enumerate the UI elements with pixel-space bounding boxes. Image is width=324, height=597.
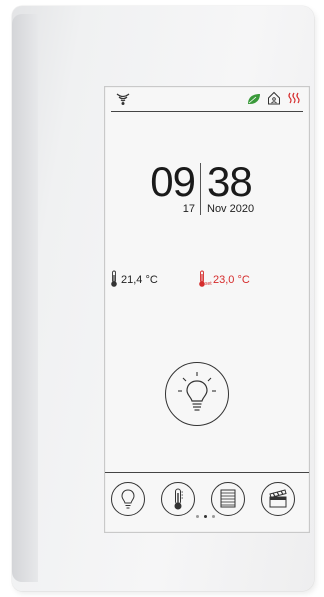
date-day: 17 — [182, 203, 195, 215]
page-dot[interactable] — [212, 515, 215, 518]
date-month-year: Nov 2020 — [207, 203, 255, 215]
page-dot-active[interactable] — [204, 515, 207, 518]
proximity-sensor-icon — [116, 93, 130, 105]
nav-light-button[interactable] — [111, 482, 145, 516]
scene-clapper-icon — [269, 489, 287, 508]
actual-temperature: 21,4 °C — [121, 274, 158, 286]
blinds-icon — [220, 489, 236, 508]
light-bulb-icon — [178, 372, 216, 411]
nav-divider — [105, 472, 309, 473]
page-indicator — [187, 515, 227, 521]
main-light-button[interactable] — [165, 362, 229, 426]
nav-thermostat-button[interactable] — [161, 482, 195, 516]
thermometer-icon — [174, 488, 183, 510]
heating-icon — [288, 92, 300, 104]
page-dot[interactable] — [196, 515, 199, 518]
eco-leaf-icon — [248, 94, 260, 104]
set-label: set — [205, 281, 212, 287]
thermostat-device: 09 38 17 Nov 2020 21,4 °C set 23,0 °C — [12, 6, 314, 591]
clock-hours: 09 — [150, 158, 196, 205]
nav-scenes-button[interactable] — [261, 482, 295, 516]
set-temperature[interactable]: 23,0 °C — [213, 274, 250, 286]
clock-display: 09 38 17 Nov 2020 — [133, 157, 283, 227]
clock-separator — [200, 163, 201, 215]
thermometer-icon — [111, 270, 117, 287]
clock-minutes: 38 — [207, 158, 253, 205]
status-divider — [111, 111, 303, 112]
nav-blinds-button[interactable] — [211, 482, 245, 516]
touch-screen: 09 38 17 Nov 2020 21,4 °C set 23,0 °C — [104, 86, 310, 533]
home-presence-icon — [268, 91, 280, 105]
status-bar — [105, 87, 309, 109]
light-bulb-icon — [121, 489, 135, 509]
